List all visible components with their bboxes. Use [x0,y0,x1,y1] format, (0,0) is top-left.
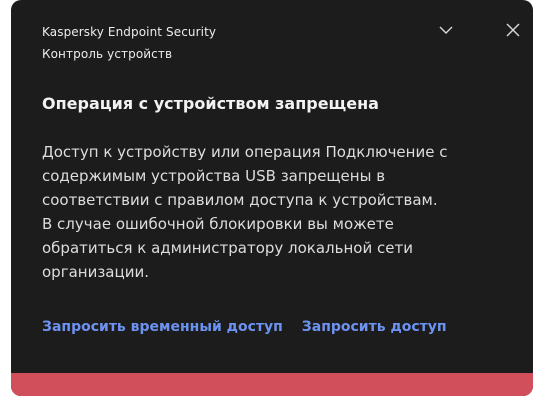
request-temporary-access-link[interactable]: Запросить временный доступ [42,315,283,339]
message-line: организации. [42,263,149,281]
notification-actions: Запросить временный доступ Запросить дост… [42,315,447,339]
app-name: Kaspersky Endpoint Security [42,25,217,39]
message-line: соответствии с правилом доступа к устрой… [42,191,438,209]
notification-title: Операция с устройством запрещена [42,94,379,113]
chevron-down-icon[interactable] [436,20,456,40]
message-line: обратиться к администратору локальной се… [42,239,413,257]
request-access-link[interactable]: Запросить доступ [302,315,447,339]
status-strip [11,373,533,396]
component-name: Контроль устройств [42,47,173,61]
message-line: В случае ошибочной блокировки вы можете [42,215,394,233]
message-line: содержимым устройства USB запрещены в [42,167,386,185]
notification-header: Kaspersky Endpoint Security Контроль уст… [42,21,216,65]
notification-message: Доступ к устройству или операция Подключ… [42,140,517,284]
notification-toast: Kaspersky Endpoint Security Контроль уст… [11,0,533,396]
message-line: Доступ к устройству или операция Подключ… [42,143,448,161]
close-icon[interactable] [503,20,523,40]
